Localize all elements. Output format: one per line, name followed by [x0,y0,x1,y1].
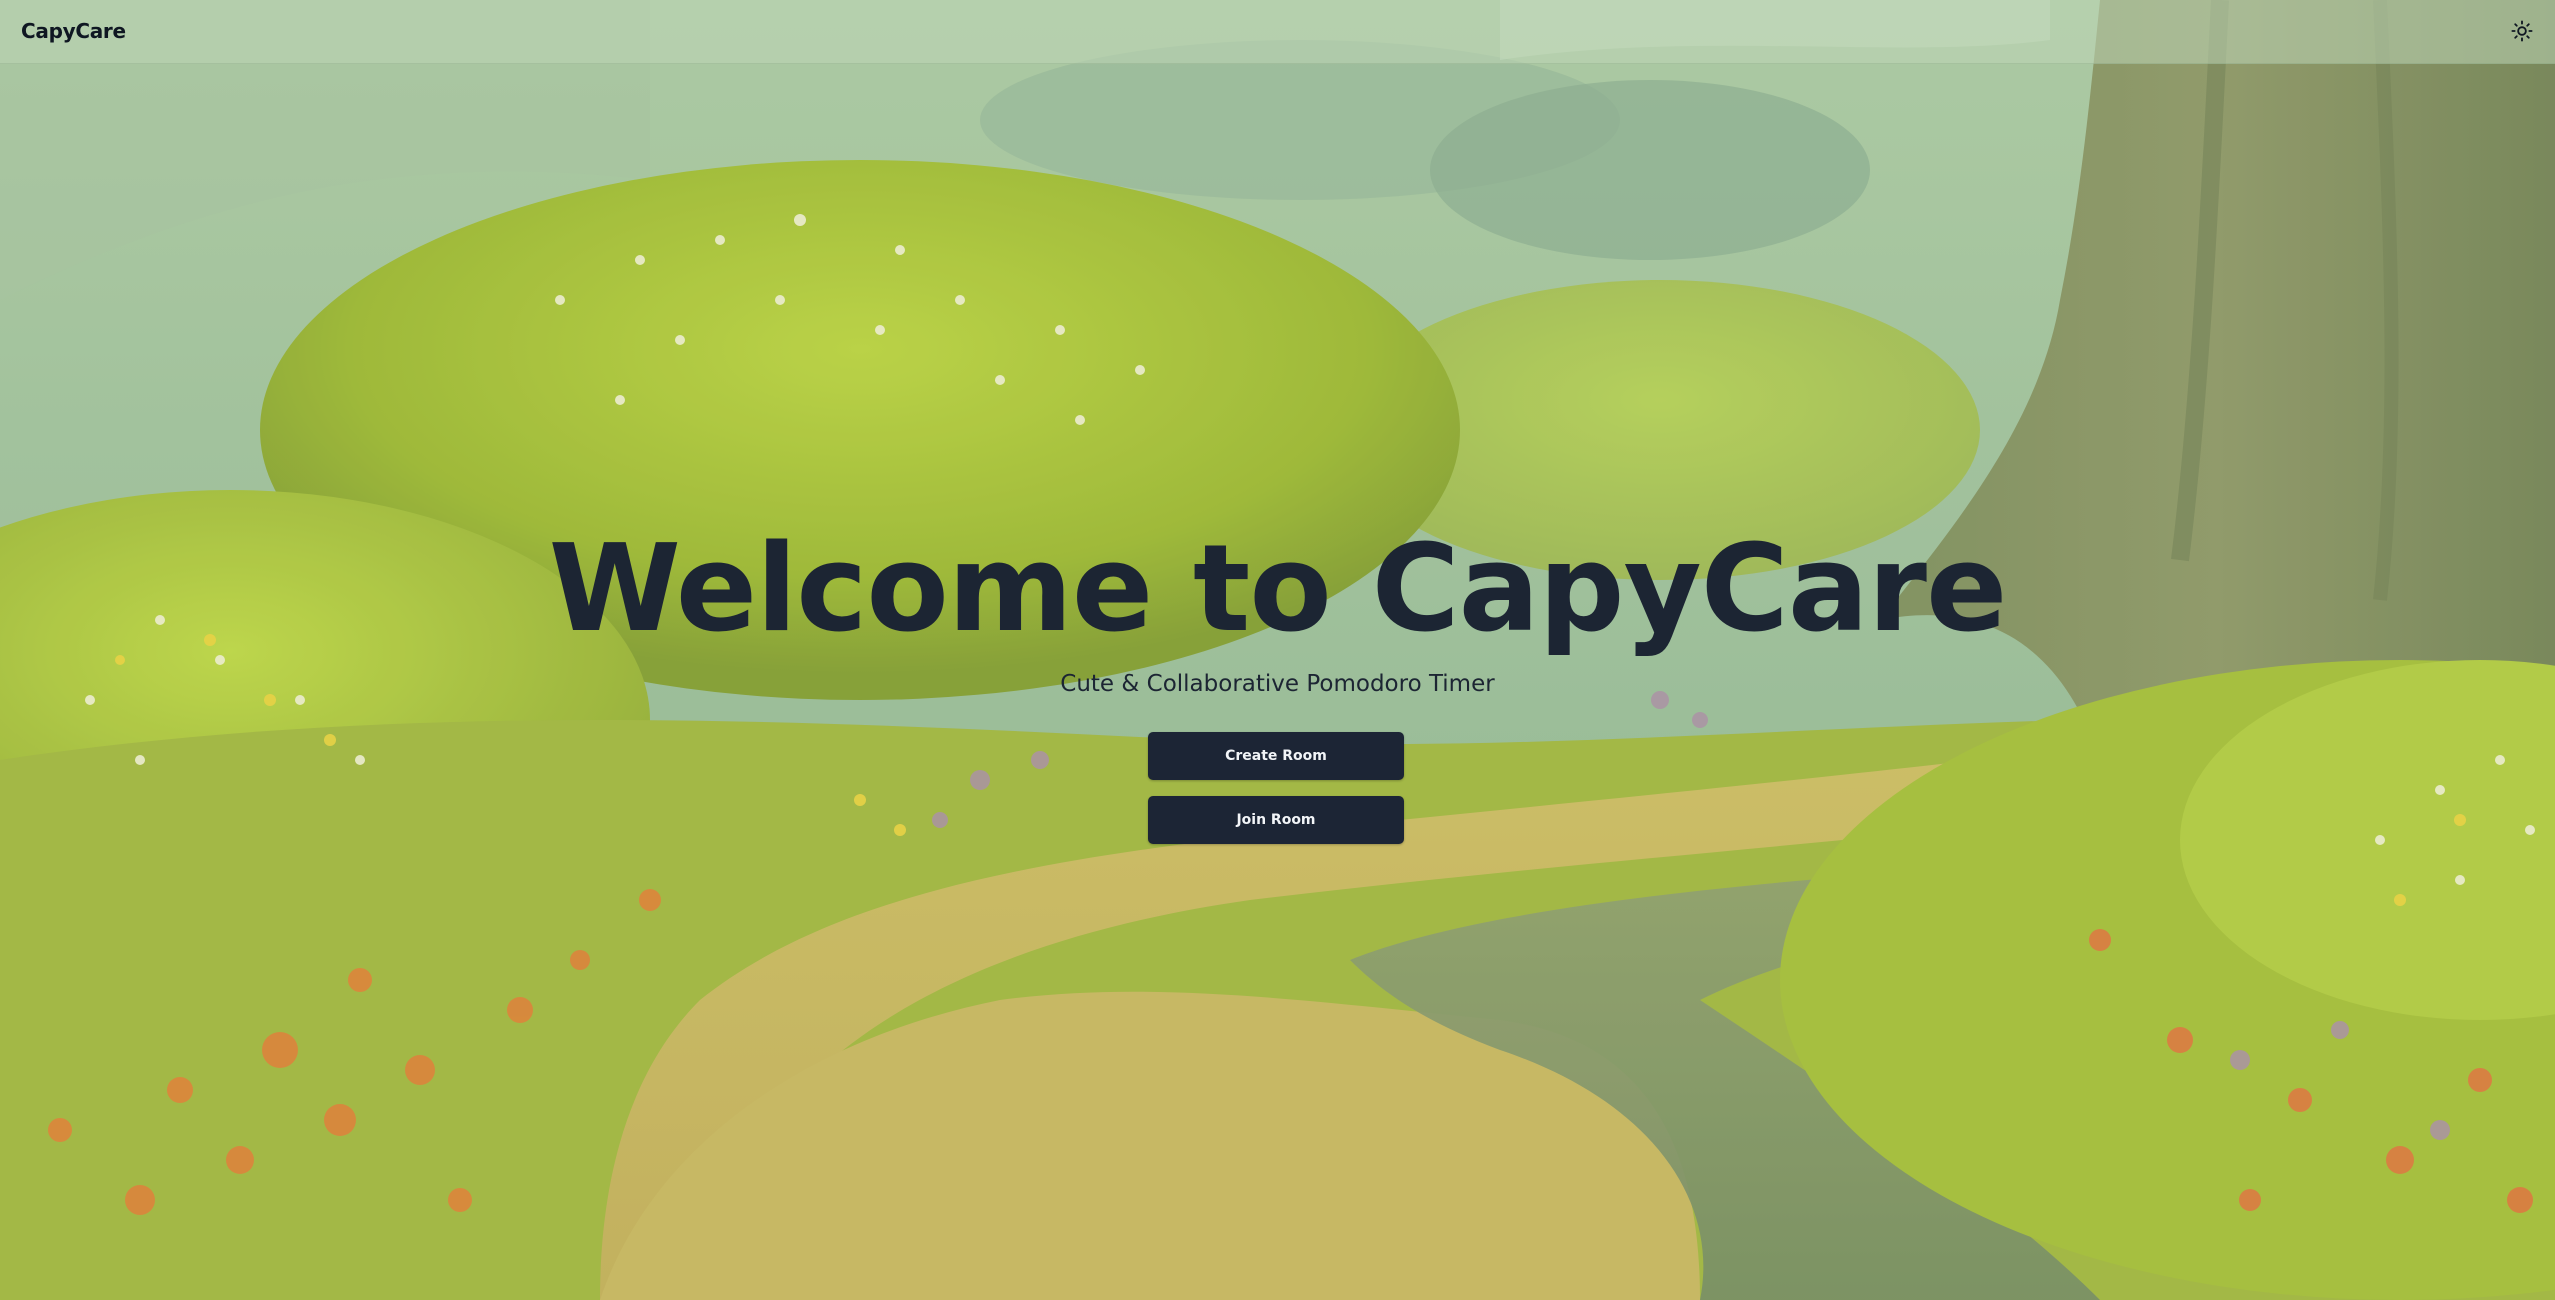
top-navbar: CapyCare [0,0,2555,64]
hero-section: Welcome to CapyCare Cute & Collaborative… [0,0,2555,1300]
create-room-button[interactable]: Create Room [1148,732,1404,780]
theme-toggle-button[interactable] [2505,14,2539,48]
hero-subtitle: Cute & Collaborative Pomodoro Timer [1060,671,1495,697]
hero-title: Welcome to CapyCare [548,520,2008,659]
brand-logo-text[interactable]: CapyCare [21,19,126,43]
sun-icon [2511,20,2533,42]
join-room-button[interactable]: Join Room [1148,796,1404,844]
